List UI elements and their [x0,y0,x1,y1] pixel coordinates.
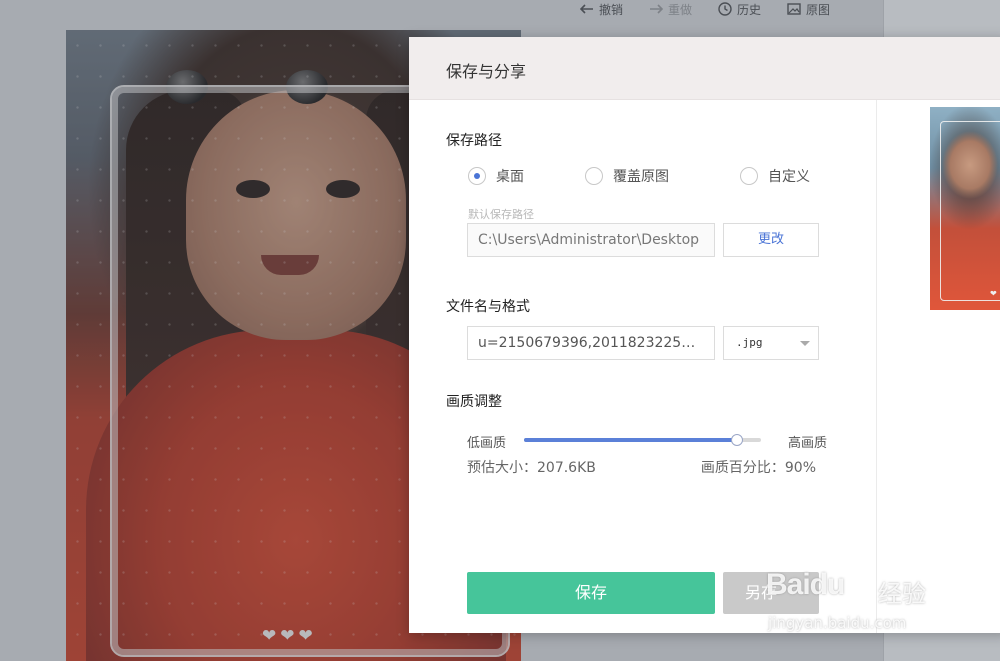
format-select[interactable]: .jpg [723,326,819,360]
quality-slider-fill [524,438,738,442]
save-path-field[interactable]: C:\Users\Administrator\Desktop [467,223,715,257]
preview-heart-icon: ❤ [990,289,997,298]
redo-label: 重做 [668,2,693,17]
quality-slider-handle[interactable] [731,434,744,446]
image-icon [787,3,801,15]
undo-label: 撤销 [599,2,624,17]
radio-desktop-label: 桌面 [496,169,524,185]
radio-unchecked-icon [740,167,758,185]
original-label: 原图 [806,2,831,17]
preview-frame [940,121,1000,301]
dialog-header: 保存与分享 [409,37,1000,100]
save-as-button[interactable]: 另存 [723,572,819,614]
undo-button[interactable]: 撤销 [580,1,623,18]
filename-input[interactable]: u=2150679396,2011823225&f... [467,326,715,360]
history-button[interactable]: 历史 [718,1,761,18]
save-share-dialog: 保存与分享 ❤ 保存路径 桌面 覆盖原图 自定义 默认保存路径 C:\Users… [409,37,1000,633]
radio-unchecked-icon [585,167,603,185]
save-button[interactable]: 保存 [467,572,715,614]
low-quality-label: 低画质 [467,436,507,451]
change-path-button[interactable]: 更改 [723,223,819,257]
radio-custom[interactable]: 自定义 [740,166,810,186]
clock-icon [718,2,732,16]
quality-label: 画质调整 [446,394,502,410]
save-path-label: 保存路径 [446,133,502,149]
dialog-divider [876,100,877,633]
chevron-down-icon [800,341,810,346]
radio-overwrite-original[interactable]: 覆盖原图 [585,166,669,186]
radio-desktop[interactable]: 桌面 [468,166,524,186]
dialog-title: 保存与分享 [446,62,527,81]
quality-slider-row: 低画质 高画质 [467,430,827,451]
save-path-options: 桌面 覆盖原图 自定义 [468,166,828,188]
high-quality-label: 高画质 [787,436,827,451]
image-preview-thumbnail: ❤ [930,107,1000,310]
default-path-hint: 默认保存路径 [468,208,534,221]
radio-overwrite-label: 覆盖原图 [613,169,669,185]
history-label: 历史 [737,2,762,17]
undo-arrow-icon [580,4,593,14]
editor-toolbar: 撤销 重做 历史 原图 [580,0,830,18]
original-image-button[interactable]: 原图 [787,1,830,18]
redo-arrow-icon [650,4,664,14]
redo-button[interactable]: 重做 [649,1,692,18]
filename-format-label: 文件名与格式 [446,299,530,315]
format-selected-value: .jpg [736,336,763,349]
estimated-size: 预估大小：207.6KB [467,460,596,476]
radio-checked-icon [468,167,486,185]
radio-custom-label: 自定义 [768,169,810,185]
quality-slider[interactable] [524,434,761,446]
quality-percent: 画质百分比：90% [700,460,816,476]
